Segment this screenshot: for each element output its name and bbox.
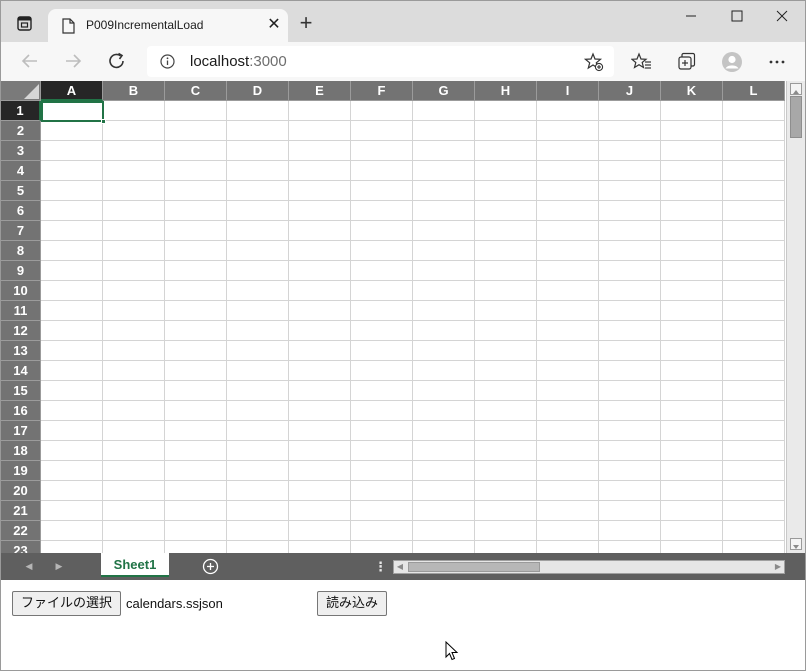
maximize-icon[interactable] <box>722 5 752 27</box>
select-all-corner[interactable] <box>1 81 41 101</box>
address-bar: localhost:3000 <box>1 42 805 81</box>
url-port: :3000 <box>249 53 287 70</box>
horizontal-scrollbar[interactable]: ◀ ▶ <box>393 560 785 574</box>
sheet-tab-strip: ◀ ▶ Sheet1 ⋮ ◀ ▶ <box>1 553 805 580</box>
column-header[interactable]: B <box>103 81 165 101</box>
column-header[interactable]: F <box>351 81 413 101</box>
row-header[interactable]: 12 <box>1 321 41 341</box>
row-header[interactable]: 10 <box>1 281 41 301</box>
close-tab-icon[interactable]: ✕ <box>266 16 282 34</box>
favorites-icon[interactable] <box>630 51 653 73</box>
row-header[interactable]: 14 <box>1 361 41 381</box>
close-window-icon[interactable] <box>767 5 797 27</box>
row-header[interactable]: 15 <box>1 381 41 401</box>
column-header[interactable]: C <box>165 81 227 101</box>
row-header[interactable]: 19 <box>1 461 41 481</box>
row-header[interactable]: 21 <box>1 501 41 521</box>
row-header[interactable]: 16 <box>1 401 41 421</box>
url-text: localhost:3000 <box>190 53 287 70</box>
browser-tab[interactable]: P009IncrementalLoad ✕ <box>48 9 288 43</box>
choose-file-button[interactable]: ファイルの選択 <box>12 591 121 616</box>
row-header[interactable]: 1 <box>1 101 41 121</box>
info-icon[interactable] <box>160 54 175 69</box>
url-host: localhost <box>190 53 250 70</box>
row-header[interactable]: 3 <box>1 141 41 161</box>
forward-arrow-icon[interactable] <box>61 50 85 72</box>
add-favorite-icon[interactable] <box>583 52 604 72</box>
row-header[interactable]: 7 <box>1 221 41 241</box>
reload-icon[interactable] <box>105 50 129 72</box>
column-header[interactable]: E <box>289 81 351 101</box>
row-header[interactable]: 6 <box>1 201 41 221</box>
collections-icon[interactable] <box>676 51 698 73</box>
scroll-up-icon[interactable] <box>790 83 802 95</box>
row-header[interactable]: 22 <box>1 521 41 541</box>
more-options-icon[interactable] <box>766 51 788 73</box>
prev-sheet-icon[interactable]: ◀ <box>22 559 36 573</box>
scroll-down-icon[interactable] <box>790 538 802 550</box>
browser-window: P009IncrementalLoad ✕ + localhost:3000 A… <box>0 0 806 671</box>
column-header[interactable]: G <box>413 81 475 101</box>
mouse-cursor-icon <box>445 640 459 661</box>
load-button[interactable]: 読み込み <box>317 591 387 616</box>
row-header[interactable]: 20 <box>1 481 41 501</box>
cell-grid[interactable] <box>41 101 785 553</box>
tab-actions-icon[interactable] <box>15 14 35 34</box>
next-sheet-icon[interactable]: ▶ <box>52 559 66 573</box>
url-bar[interactable]: localhost:3000 <box>147 46 614 77</box>
row-header[interactable]: 18 <box>1 441 41 461</box>
page-icon <box>62 18 75 34</box>
fill-handle[interactable] <box>101 119 106 124</box>
title-bar: P009IncrementalLoad ✕ + <box>1 1 805 43</box>
column-header[interactable]: J <box>599 81 661 101</box>
column-header[interactable]: D <box>227 81 289 101</box>
tab-title: P009IncrementalLoad <box>86 18 204 32</box>
scroll-right-icon[interactable]: ▶ <box>773 562 783 572</box>
row-header[interactable]: 8 <box>1 241 41 261</box>
spreadsheet: ABCDEFGHIJKL 1 2 3 4 5 6 7 8 9 10 11 12 13 14 15 16 17 18… <box>1 81 805 580</box>
row-header[interactable]: 17 <box>1 421 41 441</box>
vertical-scroll-thumb[interactable] <box>790 96 802 138</box>
row-header[interactable]: 2 <box>1 121 41 141</box>
column-header[interactable]: A <box>41 81 103 101</box>
row-header[interactable]: 9 <box>1 261 41 281</box>
row-header[interactable]: 5 <box>1 181 41 201</box>
row-header[interactable]: 4 <box>1 161 41 181</box>
sheet-tab[interactable]: Sheet1 <box>101 553 169 577</box>
column-header[interactable]: I <box>537 81 599 101</box>
column-header[interactable]: H <box>475 81 537 101</box>
scroll-left-icon[interactable]: ◀ <box>395 562 405 572</box>
vertical-scrollbar[interactable] <box>786 81 805 553</box>
selected-file-name: calendars.ssjson <box>126 596 223 611</box>
add-sheet-icon[interactable] <box>202 558 219 575</box>
column-header[interactable]: L <box>723 81 785 101</box>
row-header[interactable]: 11 <box>1 301 41 321</box>
back-arrow-icon[interactable] <box>18 50 42 72</box>
active-cell[interactable] <box>41 101 104 122</box>
minimize-icon[interactable] <box>676 5 706 27</box>
profile-avatar-icon[interactable] <box>721 51 743 73</box>
new-tab-icon[interactable]: + <box>296 12 316 35</box>
column-header[interactable]: K <box>661 81 723 101</box>
row-header[interactable]: 13 <box>1 341 41 361</box>
horizontal-scroll-thumb[interactable] <box>408 562 540 572</box>
tab-splitter-icon[interactable]: ⋮ <box>374 559 387 575</box>
